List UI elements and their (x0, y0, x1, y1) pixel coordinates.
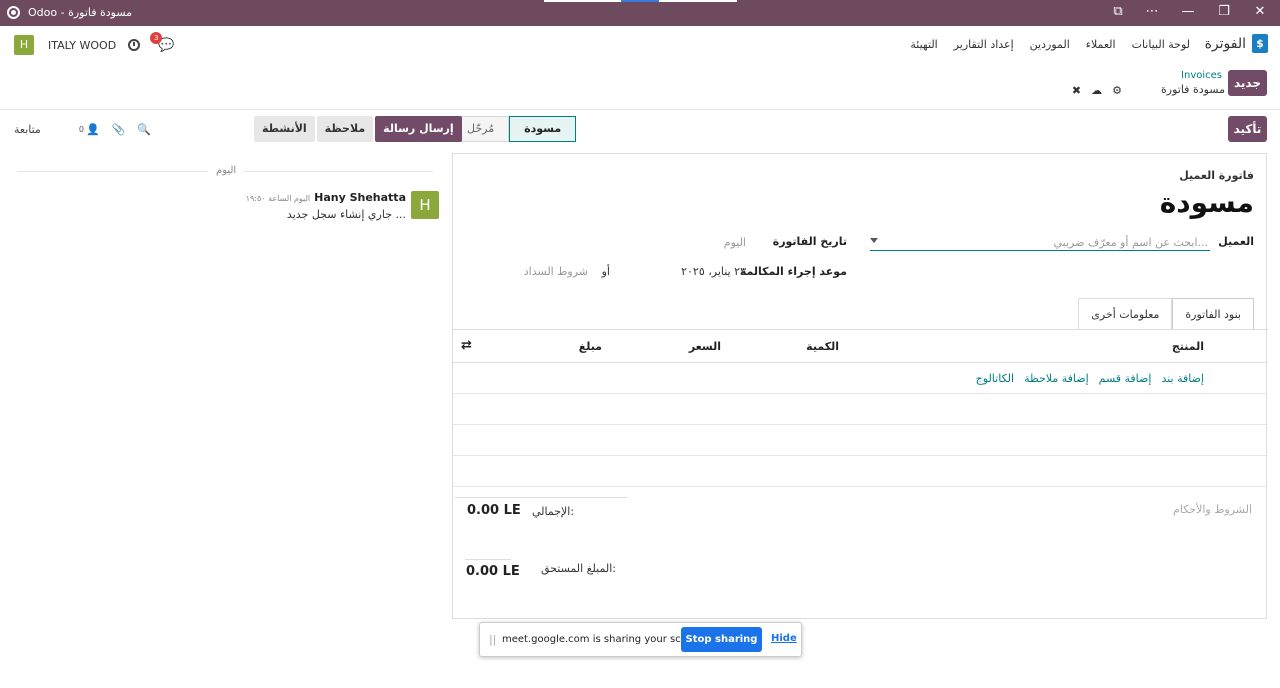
invoicing-app-icon: $ (1252, 34, 1268, 53)
invoice-date-input[interactable]: اليوم (724, 236, 746, 249)
add-section-link[interactable]: إضافة قسم (1099, 372, 1152, 385)
close-window-icon[interactable]: ✕ (1250, 4, 1270, 19)
customer-input[interactable]: ابحث عن اسم أو معرّف ضريبي... (1053, 236, 1208, 249)
optional-columns-icon[interactable]: ⇄ (461, 338, 472, 353)
activities-button[interactable]: الأنشطة (254, 116, 315, 142)
invoice-title: مسودة (1159, 186, 1254, 219)
gear-icon[interactable]: ⚙ (1112, 84, 1122, 97)
chatter-tools: متابعة 0 👤 📎 🔍 (14, 123, 154, 136)
amount-due-divider (465, 559, 511, 560)
customer-label: العميل (1218, 235, 1254, 248)
discard-icon[interactable]: ✖ (1072, 84, 1081, 97)
customer-input-underline (870, 250, 1210, 251)
add-line-link[interactable]: إضافة بند (1161, 372, 1204, 385)
main-menu: لوحة البيانات العملاء الموردين إعداد الت… (910, 38, 1190, 51)
screen-share-banner: || meet.google.com is sharing your scree… (479, 622, 802, 657)
activity-clock-icon[interactable] (128, 39, 141, 51)
menu-item-reporting[interactable]: إعداد التقارير (954, 38, 1014, 51)
app-menu-icon[interactable]: ⧉ (1108, 4, 1128, 19)
col-product[interactable]: المنتج (1172, 340, 1204, 353)
chatter-buttons: الأنشطة ملاحظة إرسال رسالة (254, 116, 462, 142)
stop-sharing-button[interactable]: Stop sharing (681, 627, 762, 652)
message-header: Hany Shehatta اليوم الساعة ١٩:٥٠ (246, 191, 406, 204)
amount-due-label: المبلغ المستحق: (541, 562, 616, 575)
share-message: meet.google.com is sharing your screen. (502, 634, 707, 645)
follow-button[interactable]: متابعة (14, 123, 41, 136)
search-icon[interactable]: 🔍 (137, 123, 151, 136)
window-title: مسودة فاتورة - Odoo (28, 6, 133, 19)
window-titlebar: مسودة فاتورة - Odoo ⧉ ⋯ — ❐ ✕ (0, 0, 1280, 26)
restore-icon[interactable]: ❐ (1214, 4, 1234, 19)
add-line-row: إضافة بند إضافة قسم إضافة ملاحظة الكاتال… (453, 363, 1266, 394)
form-sheet: فاتورة العميل مسودة العميل ابحث عن اسم أ… (452, 153, 1268, 619)
invoice-type: فاتورة العميل (1179, 169, 1254, 182)
menu-item-dashboard[interactable]: لوحة البيانات (1132, 38, 1190, 51)
messaging-badge: 3 (150, 31, 163, 44)
tab-invoice-lines[interactable]: بنود الفاتورة (1172, 298, 1254, 330)
menu-item-vendors[interactable]: الموردين (1030, 38, 1070, 51)
confirm-button[interactable]: تأكيد (1228, 116, 1267, 142)
message-author[interactable]: Hany Shehatta (314, 191, 406, 204)
company-switcher[interactable]: ITALY WOOD (48, 39, 116, 52)
lines-table-header: المنتج الكمية السعر مبلغ ⇄ (453, 330, 1266, 363)
table-row (453, 456, 1266, 487)
menu-item-customers[interactable]: العملاء (1086, 38, 1116, 51)
share-indicator (659, 0, 737, 2)
app-icon (7, 6, 20, 19)
totals-divider (455, 497, 627, 498)
col-amount[interactable]: مبلغ (579, 340, 602, 353)
payment-terms-input[interactable]: شروط السداد (524, 265, 588, 278)
messaging-icon[interactable]: 3 💬 (150, 31, 174, 53)
add-note-link[interactable]: إضافة ملاحظة (1024, 372, 1089, 385)
app-name: الفوترة (1204, 35, 1246, 52)
menu-item-configuration[interactable]: التهيئة (910, 38, 937, 51)
message-avatar[interactable]: H (411, 191, 439, 219)
breadcrumb-current-label: مسودة فاتورة (1161, 83, 1225, 96)
total-label: الإجمالي: (532, 505, 575, 518)
due-date-label: موعد إجراء المكالمة (739, 265, 847, 278)
followers-count[interactable]: 0 (79, 125, 84, 134)
col-quantity[interactable]: الكمية (806, 340, 839, 353)
drag-handle-icon[interactable]: || (489, 633, 496, 646)
notebook-tabs: بنود الفاتورة معلومات أخرى (1078, 298, 1254, 330)
record-actions: ⚙ ☁ ✖ (1072, 84, 1122, 97)
message-time: اليوم الساعة ١٩:٥٠ (245, 194, 311, 203)
table-row (453, 425, 1266, 456)
breadcrumb-current: مسودة فاتورة (1161, 83, 1225, 96)
breadcrumb-parent[interactable]: Invoices (1181, 70, 1222, 81)
hide-link[interactable]: Hide (771, 633, 797, 644)
catalog-link[interactable]: الكاتالوج (976, 372, 1014, 385)
followers-icon[interactable]: 👤 (86, 123, 100, 136)
share-indicator (544, 0, 621, 2)
date-separator-label: اليوم (208, 165, 245, 176)
save-cloud-icon[interactable]: ☁ (1091, 84, 1102, 97)
systray: H ITALY WOOD 3 💬 (14, 31, 174, 55)
invoice-date-label: تاريخ الفاتورة (772, 235, 847, 248)
user-avatar[interactable]: H (14, 35, 34, 55)
amount-due-value: 0.00 LE (466, 564, 520, 579)
col-price[interactable]: السعر (689, 340, 721, 353)
share-indicator-active (621, 0, 659, 2)
log-note-button[interactable]: ملاحظة (316, 116, 374, 142)
add-line-links: إضافة بند إضافة قسم إضافة ملاحظة الكاتال… (976, 372, 1204, 385)
table-row (453, 394, 1266, 425)
attachment-icon[interactable]: 📎 (112, 123, 126, 136)
customer-dropdown-icon[interactable] (870, 238, 878, 243)
control-panel: جديد Invoices مسودة فاتورة ⚙ ☁ ✖ (0, 64, 1280, 110)
status-bar: مُرحّل مسودة (452, 116, 577, 142)
new-button[interactable]: جديد (1228, 70, 1267, 96)
message-body: جاري إنشاء سجل جديد ... (286, 208, 406, 221)
total-value: 0.00 LE (467, 503, 521, 518)
more-options-icon[interactable]: ⋯ (1142, 4, 1162, 19)
or-text: أو (601, 265, 610, 278)
due-date-input[interactable]: ٢٣ يناير، ٢٠٢٥ (681, 265, 746, 278)
app-brand[interactable]: $ الفوترة (1205, 34, 1268, 53)
terms-input[interactable]: الشروط والأحكام (1173, 503, 1252, 516)
tab-other-info[interactable]: معلومات أخرى (1078, 298, 1173, 330)
minimize-icon[interactable]: — (1178, 4, 1198, 19)
top-navbar: $ الفوترة لوحة البيانات العملاء الموردين… (0, 26, 1280, 64)
send-message-button[interactable]: إرسال رسالة (375, 116, 462, 142)
status-draft[interactable]: مسودة (509, 116, 577, 142)
